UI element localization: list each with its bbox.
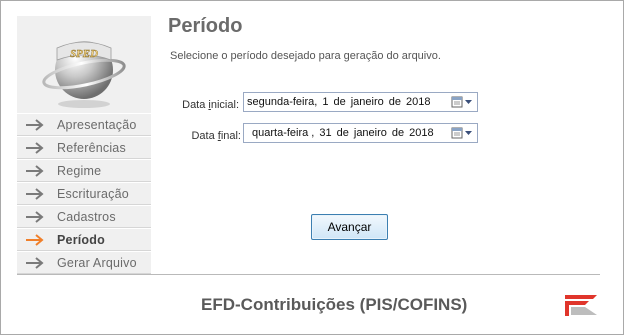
serpro-logo-icon bbox=[563, 293, 599, 317]
start-day[interactable]: 1 bbox=[322, 96, 328, 108]
end-date-label: Data final: bbox=[191, 130, 241, 142]
arrow-right-icon bbox=[26, 210, 44, 223]
start-date-picker[interactable]: segunda-feira, 1 de janeiro de 2018 bbox=[243, 92, 478, 112]
sped-logo-text: SPED bbox=[70, 48, 98, 60]
start-year[interactable]: 2018 bbox=[406, 96, 430, 108]
end-date-picker[interactable]: quarta-feira , 31 de janeiro de 2018 bbox=[243, 123, 478, 143]
nav-item-label: Apresentação bbox=[57, 117, 137, 132]
arrow-right-icon bbox=[26, 233, 44, 246]
nav-item-label: Gerar Arquivo bbox=[57, 255, 137, 270]
page-subtitle: Selecione o período desejado para geraçã… bbox=[170, 50, 441, 62]
nav-item-cadastros[interactable]: Cadastros bbox=[17, 205, 151, 228]
arrow-right-icon bbox=[26, 256, 44, 269]
calendar-dropdown-icon[interactable] bbox=[451, 126, 475, 140]
nav-item-label: Regime bbox=[57, 163, 102, 178]
nav-item-gerar-arquivo[interactable]: Gerar Arquivo bbox=[17, 251, 151, 274]
nav-item-periodo[interactable]: Período bbox=[17, 228, 151, 251]
arrow-right-icon bbox=[26, 141, 44, 154]
end-month[interactable]: janeiro bbox=[354, 127, 387, 139]
arrow-right-icon bbox=[26, 164, 44, 177]
end-year[interactable]: 2018 bbox=[409, 127, 433, 139]
nav-item-label: Período bbox=[57, 232, 105, 247]
page-title: Período bbox=[168, 15, 243, 37]
nav-item-escrituracao[interactable]: Escrituração bbox=[17, 182, 151, 205]
start-weekday[interactable]: segunda-feira, bbox=[247, 96, 317, 108]
start-date-label: Data inicial: bbox=[182, 99, 239, 111]
arrow-right-icon bbox=[26, 118, 44, 131]
footer-divider bbox=[17, 274, 600, 275]
nav-item-referencias[interactable]: Referências bbox=[17, 136, 151, 159]
nav-item-label: Escrituração bbox=[57, 186, 129, 201]
nav-item-regime[interactable]: Regime bbox=[17, 159, 151, 182]
end-day[interactable]: 31 bbox=[319, 127, 331, 139]
start-month[interactable]: janeiro bbox=[351, 96, 384, 108]
nav-item-apresentacao[interactable]: Apresentação bbox=[17, 113, 151, 136]
arrow-right-icon bbox=[26, 187, 44, 200]
footer-title: EFD-Contribuições (PIS/COFINS) bbox=[201, 295, 468, 314]
next-button[interactable]: Avançar bbox=[311, 214, 388, 240]
side-panel: SPED Apresentação Referências Regime Esc… bbox=[17, 16, 151, 274]
window-frame: SPED Apresentação Referências Regime Esc… bbox=[0, 0, 624, 335]
nav-item-label: Cadastros bbox=[57, 209, 116, 224]
end-weekday[interactable]: quarta-feira , bbox=[252, 127, 314, 139]
calendar-dropdown-icon[interactable] bbox=[451, 95, 475, 109]
wizard-nav: Apresentação Referências Regime Escritur… bbox=[17, 113, 151, 274]
sped-logo: SPED bbox=[39, 22, 129, 112]
nav-item-label: Referências bbox=[57, 140, 126, 155]
